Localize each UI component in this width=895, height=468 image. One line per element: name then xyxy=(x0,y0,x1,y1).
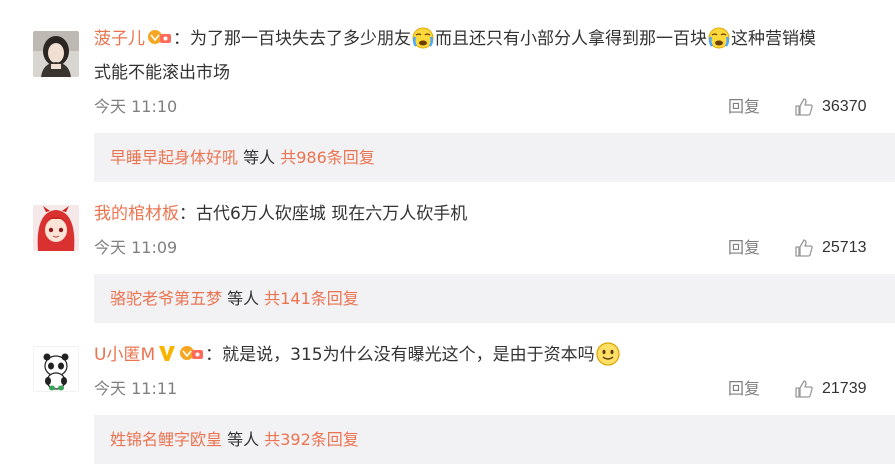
comment-text-part: 这种营销模 xyxy=(731,29,816,49)
reply-username-link[interactable]: 早睡早起身体好吼 xyxy=(110,148,238,167)
comment-time: 今天 11:10 xyxy=(94,97,178,116)
username-link[interactable]: U小匿M xyxy=(94,345,155,365)
comment-text-line2: 式能不能滚出市场 xyxy=(94,63,230,83)
username-link[interactable]: 我的棺材板 xyxy=(94,204,179,224)
reply-summary-text: 等人 xyxy=(238,148,281,167)
avatar[interactable] xyxy=(33,205,79,251)
avatar[interactable] xyxy=(33,31,79,77)
like-button[interactable]: 25713 xyxy=(794,237,867,259)
reply-summary[interactable]: 早睡早起身体好吼 等人 共986条回复 xyxy=(94,133,895,182)
like-count: 21739 xyxy=(822,380,867,397)
crying-emoji-icon xyxy=(707,26,731,50)
reply-button[interactable]: 回复 xyxy=(728,238,760,258)
thumbs-up-icon xyxy=(795,380,813,398)
comment-text: U小匿M ：就是说，315为什么没有曝光这个，是由于资本吗 xyxy=(94,340,875,371)
reply-summary[interactable]: 姓锦名鲤字欧皇 等人 共392条回复 xyxy=(94,415,895,464)
like-count: 36370 xyxy=(822,98,867,115)
comment-text-part: 而且还只有小部分人拿得到那一百块 xyxy=(435,29,707,49)
avatar[interactable] xyxy=(33,346,79,392)
fan-badge-icon xyxy=(179,342,205,364)
comment-time: 今天 11:09 xyxy=(94,238,178,257)
smile-emoji-icon xyxy=(595,341,621,367)
like-button[interactable]: 21739 xyxy=(794,378,867,400)
reply-username-link[interactable]: 姓锦名鲤字欧皇 xyxy=(110,430,222,449)
username-link[interactable]: 菠子儿 xyxy=(94,29,145,49)
reply-count-link[interactable]: 共392条回复 xyxy=(264,430,359,449)
fan-badge-icon xyxy=(147,26,173,48)
reply-count-link[interactable]: 共986条回复 xyxy=(280,148,375,167)
reply-button[interactable]: 回复 xyxy=(728,97,760,117)
thumbs-up-icon xyxy=(795,98,813,116)
comment-text-part: ：就是说，315为什么没有曝光这个，是由于资本吗 xyxy=(205,345,595,365)
reply-button[interactable]: 回复 xyxy=(728,379,760,399)
verified-v-icon xyxy=(157,342,177,364)
like-button[interactable]: 36370 xyxy=(794,96,867,118)
comment-text: 我的棺材板：古代6万人砍座城 现在六万人砍手机 xyxy=(94,199,875,230)
reply-summary-text: 等人 xyxy=(222,289,265,308)
reply-count-link[interactable]: 共141条回复 xyxy=(264,289,359,308)
like-count: 25713 xyxy=(822,239,867,256)
comment-time: 今天 11:11 xyxy=(94,379,178,398)
comment-text-part: ：古代6万人砍座城 现在六万人砍手机 xyxy=(179,204,468,224)
reply-summary-text: 等人 xyxy=(222,430,265,449)
crying-emoji-icon xyxy=(411,26,435,50)
reply-summary[interactable]: 骆驼老爷第五梦 等人 共141条回复 xyxy=(94,274,895,323)
comment-text: 菠子儿 ：为了那一百块失去了多少朋友 而且还只有小部分人拿得到那一百块 这种营销模 xyxy=(94,24,875,55)
thumbs-up-icon xyxy=(795,239,813,257)
reply-username-link[interactable]: 骆驼老爷第五梦 xyxy=(110,289,222,308)
comment-text-part: ：为了那一百块失去了多少朋友 xyxy=(173,29,411,49)
